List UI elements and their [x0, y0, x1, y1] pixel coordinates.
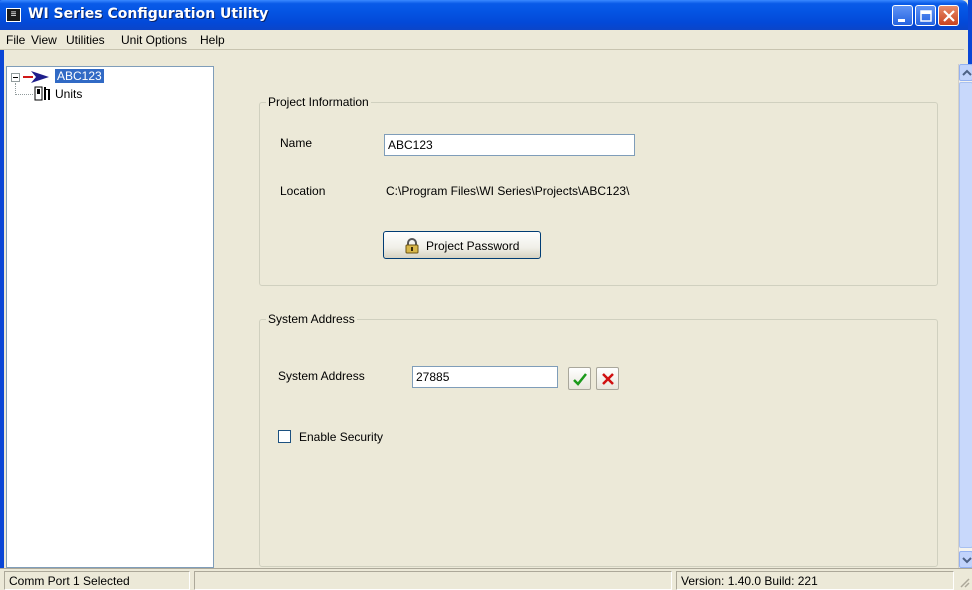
tree-item-project[interactable]: ABC123 [55, 69, 104, 83]
menu-bar: File View Utilities Unit Options Help [0, 30, 964, 50]
maximize-icon [920, 10, 932, 22]
status-middle [194, 571, 672, 590]
group-title: Project Information [266, 95, 371, 109]
project-name-input[interactable]: ABC123 [384, 134, 635, 156]
status-comm-port: Comm Port 1 Selected [4, 571, 190, 590]
project-arrow-icon [23, 71, 49, 83]
scroll-thumb[interactable] [959, 82, 972, 548]
padlock-icon [405, 238, 419, 254]
enable-security-label[interactable]: Enable Security [299, 430, 383, 444]
location-value: C:\Program Files\WI Series\Projects\ABC1… [386, 184, 630, 198]
menu-utilities[interactable]: Utilities [66, 33, 105, 47]
menu-help[interactable]: Help [200, 33, 225, 47]
tree-connector [15, 94, 33, 95]
system-address-input[interactable]: 27885 [412, 366, 558, 388]
scroll-up-button[interactable] [959, 64, 972, 81]
minimize-icon [898, 19, 905, 22]
close-icon [943, 10, 955, 22]
app-logo-icon: ≡ [6, 8, 21, 22]
group-title: System Address [266, 312, 357, 326]
maximize-button[interactable] [915, 5, 936, 26]
close-button[interactable] [938, 5, 959, 26]
scroll-down-button[interactable] [959, 551, 972, 568]
status-version: Version: 1.40.0 Build: 221 [676, 571, 954, 590]
checkmark-icon [573, 373, 587, 386]
menu-view[interactable]: View [31, 33, 57, 47]
units-icon [34, 86, 50, 101]
location-label: Location [280, 184, 326, 198]
title-bar[interactable]: ≡ WI Series Configuration Utility [0, 0, 968, 30]
tree-item-units[interactable]: Units [55, 87, 82, 101]
status-bar: Comm Port 1 Selected Version: 1.40.0 Bui… [0, 568, 972, 590]
menu-unit-options[interactable]: Unit Options [121, 33, 187, 47]
enable-security-checkbox[interactable] [278, 430, 291, 443]
chevron-down-icon [962, 557, 972, 564]
cancel-button[interactable] [596, 367, 619, 390]
cross-icon [602, 373, 614, 385]
project-password-label: Project Password [426, 239, 520, 253]
window-title: WI Series Configuration Utility [28, 6, 269, 22]
accept-button[interactable] [568, 367, 591, 390]
tree-collapse-toggle[interactable] [11, 73, 20, 82]
project-tree[interactable]: ABC123 Units [6, 66, 214, 568]
system-address-label: System Address [278, 369, 365, 383]
vertical-scrollbar[interactable] [958, 64, 972, 568]
menu-file[interactable]: File [6, 33, 25, 47]
resize-grip-icon[interactable] [958, 576, 970, 588]
name-label: Name [280, 136, 313, 150]
chevron-up-icon [962, 69, 972, 76]
minimize-button[interactable] [892, 5, 913, 26]
project-password-button[interactable]: Project Password [383, 231, 541, 259]
